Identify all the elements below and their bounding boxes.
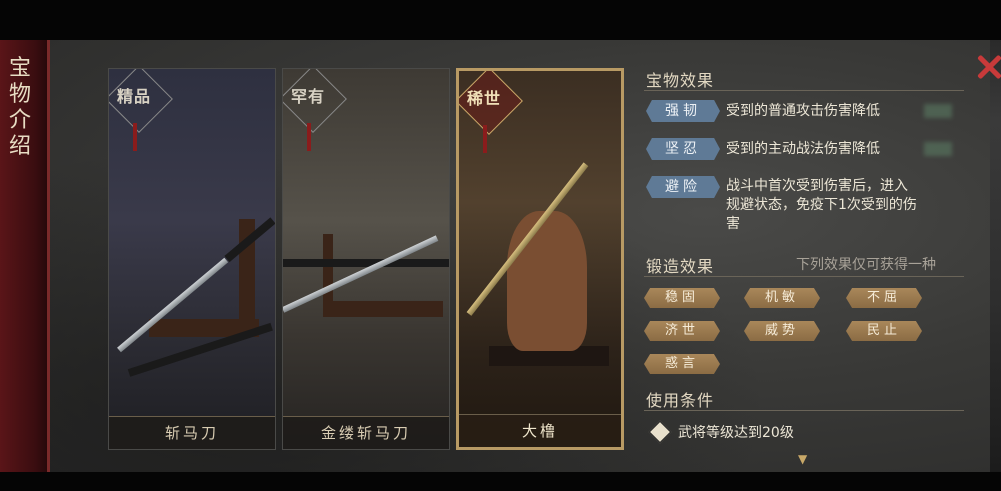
forge-tag-weishi[interactable]: 威势: [744, 321, 820, 341]
forge-tag-jishi[interactable]: 济世: [644, 321, 720, 341]
tassel-icon: [307, 123, 311, 151]
scabbard-icon: [283, 259, 449, 267]
forge-tag-wengu[interactable]: 稳固: [644, 288, 720, 308]
treasure-card-zhanmadao[interactable]: 精品 斩马刀: [108, 68, 276, 450]
forge-tag-huoyan[interactable]: 惑言: [644, 354, 720, 374]
card-name: 大橹: [459, 414, 621, 447]
divider: [644, 276, 964, 277]
bottom-bar: [0, 472, 1001, 491]
tassel-icon: [133, 123, 137, 151]
tassel-icon: [483, 125, 487, 153]
grade-label: 罕有: [291, 87, 326, 106]
forge-tag-buqu[interactable]: 不屈: [846, 288, 922, 308]
effect-text-line3: 害: [726, 216, 740, 232]
scroll-down-icon[interactable]: ▼: [798, 452, 807, 466]
effect-text: 受到的普通攻击伤害降低: [726, 103, 880, 119]
forge-tag-minzhi[interactable]: 民止: [846, 321, 922, 341]
grade-label: 稀世: [467, 89, 502, 108]
page-title: 宝物介绍: [8, 56, 31, 159]
effect-text-line1: 战斗中首次受到伤害后，进入: [726, 178, 908, 194]
sword-blade-icon: [117, 257, 229, 353]
sword-stand: [323, 301, 443, 317]
treasure-card-dalu[interactable]: 稀世 大橹: [456, 68, 624, 450]
close-icon[interactable]: [976, 54, 1001, 80]
divider: [644, 90, 964, 91]
effect-tag-bixian: 避险: [646, 176, 720, 198]
hidden-value: [924, 142, 952, 156]
effect-tag-qiangren: 强韧: [646, 100, 720, 122]
card-name: 斩马刀: [109, 416, 275, 449]
forge-note: 下列效果仅可获得一种: [796, 257, 936, 273]
horse-statue-icon: [507, 211, 587, 351]
treasure-screen: 宝物介绍 精品 斩马刀 罕有 金缕斩马刀 稀世 大橹 宝物效果 强韧 受到的普通…: [0, 0, 1001, 491]
forge-tag-jimin[interactable]: 机敏: [744, 288, 820, 308]
grade-label: 精品: [117, 87, 152, 106]
treasure-effect-title: 宝物效果: [646, 71, 715, 90]
hidden-value: [924, 104, 952, 118]
forge-effect-title: 锻造效果: [646, 257, 715, 276]
divider: [644, 410, 964, 411]
effect-text-line2: 规避状态，免疫下1次受到的伤: [726, 197, 917, 213]
use-condition-text: 武将等级达到20级: [678, 425, 794, 441]
treasure-card-jinlv[interactable]: 罕有 金缕斩马刀: [282, 68, 450, 450]
sword-stand-post: [323, 234, 333, 314]
effect-tag-jianren: 坚忍: [646, 138, 720, 160]
use-condition-title: 使用条件: [646, 391, 715, 410]
card-name: 金缕斩马刀: [283, 416, 449, 449]
effect-text: 受到的主动战法伤害降低: [726, 141, 880, 157]
top-bar: [0, 0, 1001, 40]
